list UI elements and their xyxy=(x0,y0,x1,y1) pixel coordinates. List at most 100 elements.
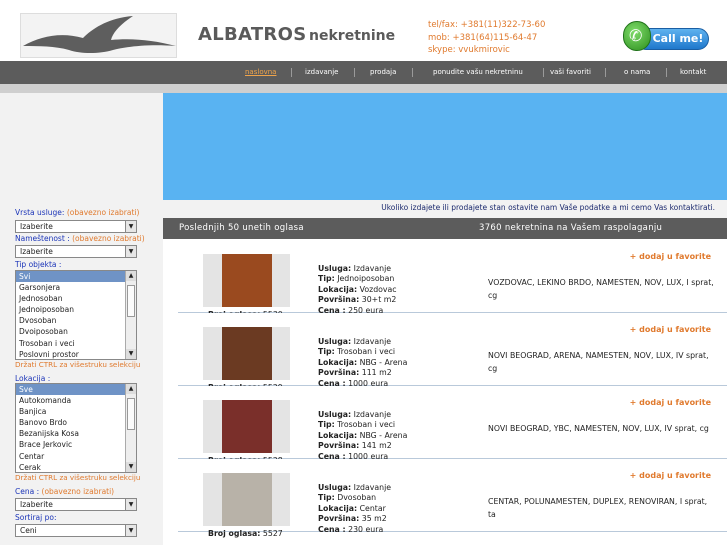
notice-text: Ukoliko izdajete ili prodajete stan osta… xyxy=(381,203,715,212)
chevron-down-icon[interactable]: ▼ xyxy=(125,246,136,257)
listing-photo-image xyxy=(222,400,272,453)
cena-select[interactable]: Izaberite ▼ xyxy=(15,498,137,511)
listing-row[interactable]: Broj oglasa: 5530+ dodaj u favoriteUslug… xyxy=(178,240,727,319)
namestenost-text: Nameštenost : xyxy=(15,234,70,243)
listing-id-value: 5527 xyxy=(262,529,283,538)
scrollbar-thumb[interactable] xyxy=(127,285,135,317)
list-option[interactable]: Jednoiposoban xyxy=(16,304,136,315)
list-option[interactable]: Svi xyxy=(16,271,136,283)
chevron-up-icon[interactable]: ▲ xyxy=(126,271,136,281)
vrsta-usluge-hint: (obavezno izabrati) xyxy=(66,208,140,217)
add-to-favorites-link[interactable]: + dodaj u favorite xyxy=(630,252,711,261)
povrsina-value: 111 m2 xyxy=(361,368,392,378)
usluga-value: Izdavanje xyxy=(353,337,392,346)
listing-row[interactable]: Broj oglasa: 5527 + dodaj u favorite Uslug… xyxy=(178,459,727,538)
listing-photo[interactable] xyxy=(203,254,290,307)
listing-description: VOZDOVAC, LEKINO BRDO, NAMESTEN, NOV, LU… xyxy=(488,278,714,300)
list-option[interactable]: Poslovni prostor xyxy=(16,349,136,359)
chevron-down-icon[interactable]: ▼ xyxy=(126,462,136,472)
nav-ponudite[interactable]: ponudite vašu nekretninu xyxy=(433,68,523,76)
namestenost-hint: (obavezno izabrati) xyxy=(72,234,145,243)
nav-o-nama[interactable]: o nama xyxy=(624,68,650,76)
listing-details: Usluga: Izdavanje Tip: Trosoban i veci Lok… xyxy=(318,337,407,389)
albatros-bird-icon xyxy=(23,16,176,53)
lokacija-value: NBG - Arena xyxy=(359,357,408,367)
usluga-value: Izdavanje xyxy=(353,483,392,492)
povrsina-value: 141 m2 xyxy=(361,441,392,451)
add-to-favorites-link[interactable]: + dodaj u favorite xyxy=(630,398,711,407)
chevron-down-icon[interactable]: ▼ xyxy=(126,349,136,359)
listbox-scrollbar[interactable]: ▲ ▼ xyxy=(125,384,136,472)
phone-icon: ✆ xyxy=(623,21,651,51)
list-option[interactable]: Trosoban i veci xyxy=(16,338,136,349)
usluga-value: Izdavanje xyxy=(353,410,392,419)
list-option[interactable]: Autokomanda xyxy=(16,395,136,406)
tip-value: Trosoban i veci xyxy=(337,420,396,430)
list-option[interactable]: Bezanijska Kosa xyxy=(16,428,136,439)
listing-row[interactable]: Broj oglasa: 5528+ dodaj u favoriteUslug… xyxy=(178,386,727,465)
recent-listings-label: Poslednjih 50 unetih oglasa xyxy=(179,223,304,233)
povrsina-label: Površina: xyxy=(318,514,360,524)
chevron-down-icon[interactable]: ▼ xyxy=(125,525,136,536)
list-option[interactable]: Banovo Brdo xyxy=(16,417,136,428)
sortiraj-select[interactable]: Ceni ▼ xyxy=(15,524,137,537)
listing-row[interactable]: Broj oglasa: 5529+ dodaj u favoriteUslug… xyxy=(178,313,727,392)
tip-value: Jednoiposoban xyxy=(337,274,395,284)
list-option[interactable]: Sve xyxy=(16,384,136,396)
listing-details: Usluga: Izdavanje Tip: Jednoiposoban Lokac… xyxy=(318,264,397,316)
list-option[interactable]: Jednosoban xyxy=(16,293,136,304)
list-option[interactable]: Garsonjera xyxy=(16,282,136,293)
chevron-up-icon[interactable]: ▲ xyxy=(126,384,136,394)
tip-value: Trosoban i veci xyxy=(337,347,396,357)
namestenost-value: Izaberite xyxy=(20,247,53,256)
brand-title: ALBATROS nekretnine xyxy=(198,24,395,45)
cena-label: Cena : xyxy=(318,524,346,534)
listbox-scrollbar[interactable]: ▲ ▼ xyxy=(125,271,136,359)
list-option[interactable]: Centar xyxy=(16,451,136,462)
cena-text: Cena : xyxy=(15,487,40,496)
usluga-value: Izdavanje xyxy=(353,264,392,273)
lokacija-label: Lokacija: xyxy=(318,430,358,440)
nav-favoriti[interactable]: vaši favoriti xyxy=(550,68,591,76)
nav-kontakt[interactable]: kontakt xyxy=(680,68,706,76)
add-to-favorites-link[interactable]: + dodaj u favorite xyxy=(630,325,711,334)
list-option[interactable]: Dvosoban xyxy=(16,315,136,326)
lokacija-listbox[interactable]: Sve Autokomanda Banjica Banovo Brdo Beza… xyxy=(15,383,137,473)
usluga-label: Usluga: xyxy=(318,410,352,419)
tip-label: Tip: xyxy=(318,347,335,357)
list-option[interactable]: Dvoiposoban xyxy=(16,326,136,337)
list-option[interactable]: Cerak xyxy=(16,462,136,472)
cena-value: Izaberite xyxy=(20,500,53,509)
povrsina-value: 30+t m2 xyxy=(361,295,397,305)
usluga-label: Usluga: xyxy=(318,264,352,273)
nav-separator xyxy=(291,68,292,77)
brand-suffix: nekretnine xyxy=(309,28,396,44)
vrsta-usluge-select[interactable]: Izaberite ▼ xyxy=(15,220,137,233)
contact-mobile: mob: +381(64)115-64-47 xyxy=(428,32,538,43)
vrsta-usluge-value: Izaberite xyxy=(20,222,53,231)
tip-value: Dvosoban xyxy=(337,493,377,503)
brand-name: ALBATROS xyxy=(198,24,307,45)
nav-izdavanje[interactable]: izdavanje xyxy=(305,68,338,76)
chevron-down-icon[interactable]: ▼ xyxy=(125,221,136,232)
call-me-button[interactable]: Call me! ✆ xyxy=(621,21,713,56)
nav-naslovna[interactable]: naslovna xyxy=(245,68,276,76)
povrsina-label: Površina: xyxy=(318,368,360,378)
listing-photo[interactable] xyxy=(203,400,290,453)
nav-prodaja[interactable]: prodaja xyxy=(370,68,396,76)
nav-separator xyxy=(412,68,413,77)
tip-label: Tip: xyxy=(318,493,335,503)
namestenost-select[interactable]: Izaberite ▼ xyxy=(15,245,137,258)
add-to-favorites-link[interactable]: + dodaj u favorite xyxy=(630,471,711,480)
ctrl-hint: Držati CTRL za višestruku selekciju xyxy=(15,473,141,482)
listing-photo[interactable] xyxy=(203,473,290,526)
tip-objekta-listbox[interactable]: Svi Garsonjera Jednosoban Jednoiposoban … xyxy=(15,270,137,360)
chevron-down-icon[interactable]: ▼ xyxy=(125,499,136,510)
list-option[interactable]: Brace Jerkovic xyxy=(16,439,136,450)
list-option[interactable]: Banjica xyxy=(16,406,136,417)
scrollbar-thumb[interactable] xyxy=(127,398,135,430)
albatros-logo[interactable] xyxy=(20,13,177,58)
listing-photo[interactable] xyxy=(203,327,290,380)
listing-details: Usluga: Izdavanje Tip: Dvosoban Lokacija: … xyxy=(318,483,391,535)
tip-label: Tip: xyxy=(318,274,335,284)
